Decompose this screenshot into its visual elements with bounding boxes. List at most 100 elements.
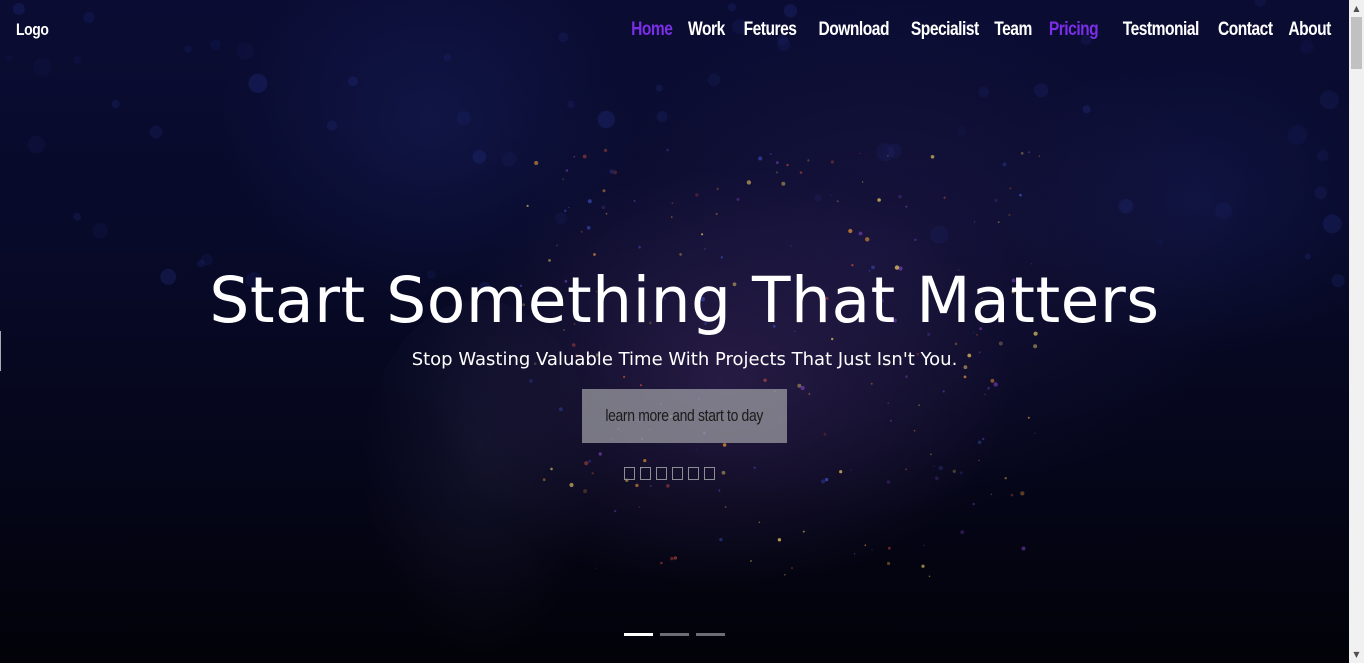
speckle	[604, 148, 608, 152]
carousel-indicator-3[interactable]	[696, 633, 725, 636]
bokeh	[73, 212, 81, 221]
speckle	[638, 245, 641, 249]
speckle	[633, 200, 636, 202]
speckle	[635, 483, 639, 488]
speckle	[1004, 477, 1007, 480]
bokeh	[876, 143, 895, 162]
bokeh	[502, 151, 517, 167]
speckle	[666, 484, 670, 488]
bokeh	[73, 56, 82, 65]
speckle	[800, 385, 805, 391]
speckle	[786, 163, 789, 167]
social-icon-5[interactable]	[688, 467, 699, 480]
nav-item-work[interactable]: Work	[688, 19, 725, 41]
nav-item-home[interactable]: Home	[631, 19, 673, 41]
bokeh	[1215, 202, 1232, 219]
main-nav: Home Work Fetures Download Specialist Te…	[609, 19, 1331, 41]
speckle	[720, 256, 723, 259]
speckle	[1038, 155, 1040, 157]
logo[interactable]: Logo	[16, 20, 49, 40]
speckle	[784, 574, 786, 576]
speckle	[938, 465, 943, 471]
bokeh	[957, 126, 967, 136]
speckle	[643, 459, 647, 463]
speckle	[1019, 193, 1022, 197]
social-icon-2[interactable]	[640, 467, 651, 480]
carousel-indicator-1[interactable]	[624, 633, 653, 636]
speckle	[601, 205, 606, 210]
nav-item-about[interactable]: About	[1288, 19, 1331, 41]
speckle	[580, 230, 583, 233]
nav-item-specialist[interactable]: Specialist	[911, 19, 979, 41]
speckle	[914, 238, 917, 241]
speckle	[613, 170, 617, 175]
social-icon-4[interactable]	[672, 467, 683, 480]
speckle	[905, 375, 908, 379]
speckle	[673, 556, 678, 560]
speckle	[1027, 416, 1030, 419]
speckle	[871, 548, 873, 551]
learn-more-button[interactable]: learn more and start to day	[582, 389, 787, 443]
speckle	[858, 231, 863, 236]
speckle	[923, 544, 925, 547]
bokeh	[92, 223, 108, 239]
bokeh	[1317, 149, 1329, 161]
bokeh	[567, 100, 575, 109]
scroll-down-arrow-icon[interactable]: ▼	[1349, 646, 1364, 663]
scrollbar-thumb[interactable]	[1351, 17, 1362, 69]
nav-item-download[interactable]: Download	[818, 19, 889, 41]
bokeh	[184, 45, 192, 53]
speckle	[679, 253, 682, 256]
bokeh	[1319, 90, 1339, 110]
speckle	[808, 393, 811, 395]
speckle	[987, 386, 990, 390]
bokeh	[348, 76, 358, 87]
speckle	[918, 404, 920, 406]
speckle	[889, 419, 892, 422]
page-scrollbar[interactable]: ▲ ▼	[1349, 0, 1364, 663]
nav-item-contact[interactable]: Contact	[1218, 19, 1273, 41]
speckle	[775, 161, 779, 165]
speckle	[848, 228, 853, 234]
nav-item-team[interactable]: Team	[994, 19, 1032, 41]
speckle	[859, 152, 861, 154]
social-icon-3[interactable]	[656, 467, 667, 480]
speckle	[753, 466, 756, 469]
speckle	[850, 469, 852, 471]
bokeh	[597, 110, 615, 129]
speckle	[807, 159, 810, 162]
social-icon-6[interactable]	[704, 467, 715, 480]
speckle	[1021, 546, 1026, 551]
speckle	[769, 153, 772, 155]
bokeh	[149, 125, 163, 139]
bokeh	[210, 39, 221, 51]
speckle	[954, 342, 958, 346]
speckle	[977, 440, 982, 445]
bokeh	[248, 73, 268, 93]
bokeh	[1034, 83, 1049, 98]
nav-item-features[interactable]: Fetures	[743, 19, 796, 41]
nav-item-pricing[interactable]: Pricing	[1049, 19, 1099, 41]
bokeh	[783, 4, 798, 18]
speckle	[839, 470, 843, 474]
speckle	[649, 485, 652, 487]
speckle	[772, 346, 774, 348]
speckle	[998, 341, 1003, 346]
speckle	[959, 471, 963, 475]
speckle	[781, 181, 786, 186]
bokeh	[727, 3, 737, 12]
nav-item-testimonial[interactable]: Testmonial	[1122, 19, 1199, 41]
speckle	[799, 171, 803, 174]
carousel-indicator-2[interactable]	[660, 633, 689, 636]
speckle	[609, 169, 614, 174]
scroll-up-arrow-icon[interactable]: ▲	[1349, 0, 1364, 17]
speckle	[758, 156, 763, 161]
speckle	[777, 538, 782, 542]
social-icon-1[interactable]	[624, 467, 635, 480]
bokeh	[555, 212, 568, 225]
speckle	[982, 437, 985, 441]
bokeh	[27, 135, 45, 154]
speckle	[564, 209, 567, 212]
speckle	[830, 194, 832, 197]
speckle	[865, 237, 870, 242]
